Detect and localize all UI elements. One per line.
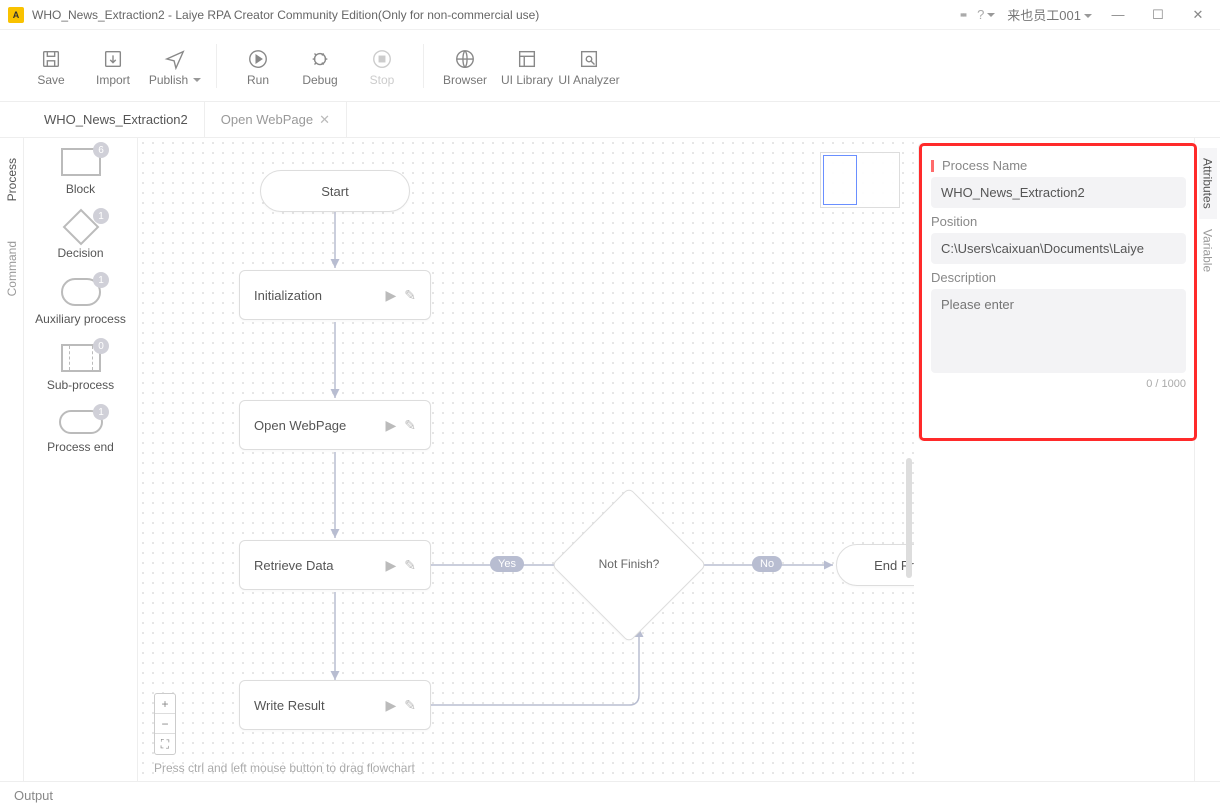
right-tab-attributes[interactable]: Attributes [1199, 148, 1217, 219]
edit-icon[interactable]: ✎ [404, 417, 416, 434]
statusbar: Output [0, 781, 1220, 809]
description-label: Description [931, 270, 1186, 285]
close-button[interactable]: ✕ [1184, 7, 1212, 23]
description-counter: 0 / 1000 [931, 378, 1186, 390]
publish-button[interactable]: Publish [144, 36, 206, 96]
process-name-label: Process Name [931, 158, 1186, 173]
attributes-panel: Process Name Position Description 0 / 10… [918, 142, 1198, 442]
save-button[interactable]: Save [20, 36, 82, 96]
browser-icon [454, 45, 476, 73]
palette-subprocess[interactable]: 0 Sub-process [24, 344, 137, 392]
zoom-in-button[interactable]: + [155, 694, 175, 714]
palette-processend[interactable]: 1 Process end [24, 410, 137, 454]
import-icon [102, 45, 124, 73]
run-button[interactable]: Run [227, 36, 289, 96]
app-icon: A [8, 7, 24, 23]
left-tab-command[interactable]: Command [3, 231, 21, 306]
edge-label-yes: Yes [490, 556, 524, 572]
edge-label-no: No [752, 556, 782, 572]
zoom-controls: + − ⛶ [154, 693, 176, 755]
uianalyzer-button[interactable]: UI Analyzer [558, 36, 620, 96]
stop-icon [371, 45, 393, 73]
uianalyzer-icon [578, 45, 600, 73]
uilibrary-icon [516, 45, 538, 73]
stop-button: Stop [351, 36, 413, 96]
node-write-result[interactable]: Write Result ▶✎ [239, 680, 431, 730]
help-icon[interactable]: ? [977, 7, 995, 22]
node-start[interactable]: Start [260, 170, 410, 212]
minimize-button[interactable]: — [1104, 7, 1132, 22]
palette-block[interactable]: 6 Block [24, 148, 137, 196]
edit-icon[interactable]: ✎ [404, 287, 416, 304]
toolbar: Save Import Publish Run Debug Stop [0, 30, 1220, 102]
minimap[interactable] [820, 152, 900, 208]
left-rail: Process Command [0, 138, 24, 781]
close-icon[interactable]: ✕ [319, 112, 330, 128]
description-input[interactable] [931, 289, 1186, 373]
play-icon[interactable]: ▶ [385, 417, 396, 434]
zoom-out-button[interactable]: − [155, 714, 175, 734]
node-open-webpage[interactable]: Open WebPage ▶✎ [239, 400, 431, 450]
node-initialization[interactable]: Initialization ▶✎ [239, 270, 431, 320]
user-label[interactable]: 来也员工001 [1007, 5, 1092, 24]
document-tabs: WHO_News_Extraction2 Open WebPage ✕ [0, 102, 1220, 138]
flow-canvas[interactable]: Start Initialization ▶✎ Open WebPage ▶✎ … [138, 138, 914, 781]
process-name-input[interactable] [931, 177, 1186, 208]
debug-icon [309, 45, 331, 73]
play-icon[interactable]: ▶ [385, 287, 396, 304]
tab-who-news[interactable]: WHO_News_Extraction2 [28, 102, 205, 137]
position-label: Position [931, 214, 1186, 229]
palette: 6 Block 1 Decision 1 Auxiliary process 0… [24, 138, 138, 781]
minimap-viewport[interactable] [823, 155, 857, 205]
save-icon [40, 45, 62, 73]
window-title: WHO_News_Extraction2 - Laiye RPA Creator… [32, 8, 960, 22]
left-tab-process[interactable]: Process [3, 148, 21, 211]
palette-auxiliary[interactable]: 1 Auxiliary process [24, 278, 137, 326]
maximize-button[interactable]: ☐ [1144, 7, 1172, 23]
import-button[interactable]: Import [82, 36, 144, 96]
output-tab[interactable]: Output [14, 788, 53, 803]
palette-decision[interactable]: 1 Decision [24, 214, 137, 260]
edit-icon[interactable]: ✎ [404, 697, 416, 714]
position-input[interactable] [931, 233, 1186, 264]
debug-button[interactable]: Debug [289, 36, 351, 96]
node-retrieve-data[interactable]: Retrieve Data ▶✎ [239, 540, 431, 590]
play-icon[interactable]: ▶ [385, 557, 396, 574]
tab-open-webpage[interactable]: Open WebPage ✕ [205, 102, 347, 137]
browser-button[interactable]: Browser [434, 36, 496, 96]
publish-icon [164, 45, 186, 73]
titlebar: A WHO_News_Extraction2 - Laiye RPA Creat… [0, 0, 1220, 30]
uilibrary-button[interactable]: UI Library [496, 36, 558, 96]
node-end-process[interactable]: End Process [836, 544, 914, 586]
canvas-hint: Press ctrl and left mouse button to drag… [154, 761, 415, 775]
right-tab-variable[interactable]: Variable [1199, 219, 1217, 282]
run-icon [247, 45, 269, 73]
scrollbar[interactable] [906, 458, 912, 578]
play-icon[interactable]: ▶ [385, 697, 396, 714]
grid-icon[interactable]: ▪▪ [960, 7, 965, 22]
edit-icon[interactable]: ✎ [404, 557, 416, 574]
zoom-fit-button[interactable]: ⛶ [155, 734, 175, 754]
